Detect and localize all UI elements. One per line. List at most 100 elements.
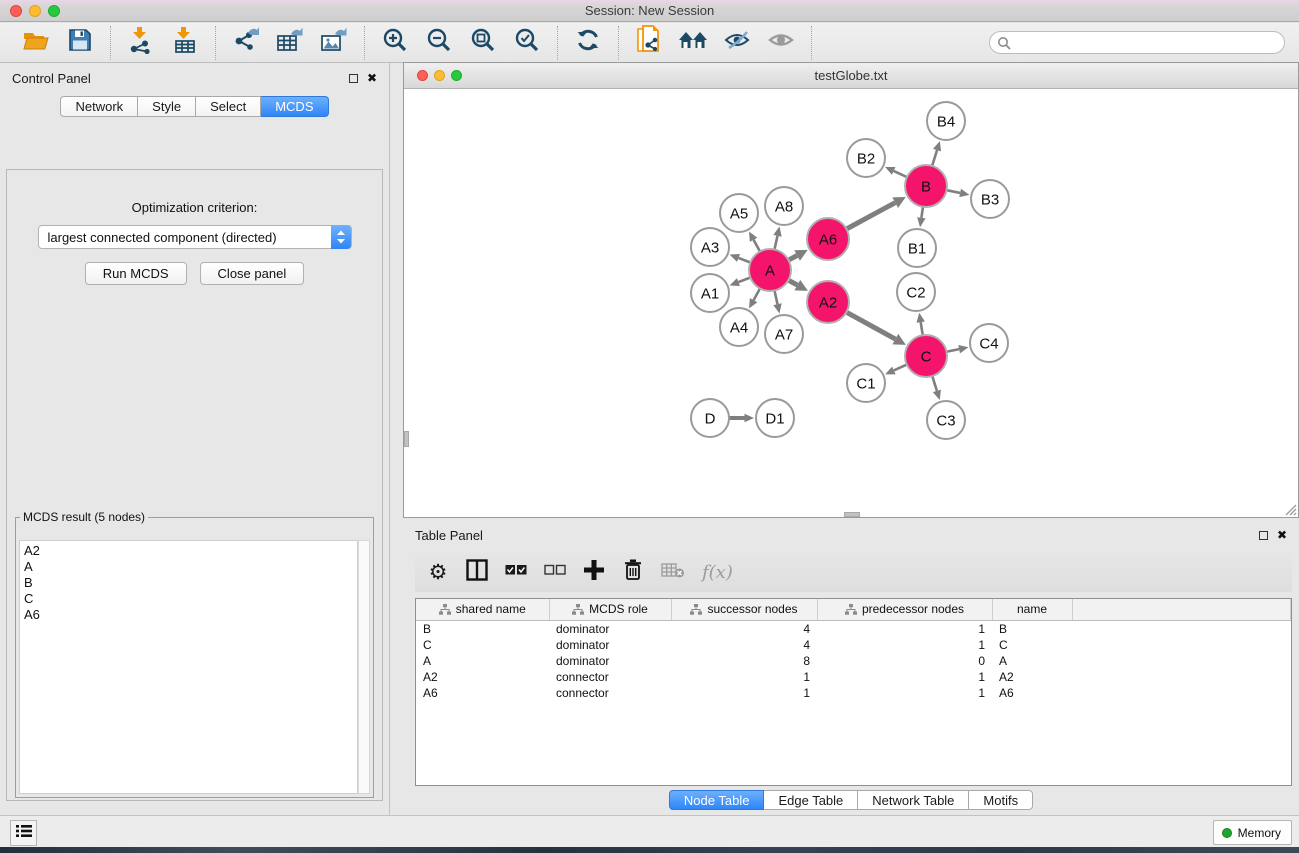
- deselect-all-columns-button[interactable]: [544, 560, 566, 584]
- table-row[interactable]: Cdominator41C: [416, 637, 1291, 653]
- graph-edge-A-A7[interactable]: [774, 291, 777, 305]
- import-table-button[interactable]: [163, 27, 207, 59]
- open-file-button[interactable]: [14, 27, 58, 59]
- graph-edge-A-A4[interactable]: [754, 288, 760, 300]
- graph-edge-A-A8[interactable]: [774, 236, 777, 250]
- graph-edge-B-B2[interactable]: [894, 171, 907, 177]
- tab-network-table[interactable]: Network Table: [858, 790, 969, 810]
- col-predecessor-nodes[interactable]: predecessor nodes: [817, 599, 992, 620]
- table-row[interactable]: Bdominator41B: [416, 620, 1291, 637]
- graph-edge-B-B3[interactable]: [947, 190, 961, 193]
- session-title: Session: New Session: [585, 3, 714, 18]
- graph-edge-A-A6[interactable]: [789, 255, 798, 260]
- column-type-icon: [439, 604, 451, 615]
- mcds-result-item[interactable]: A2: [24, 543, 357, 559]
- result-scrollbar[interactable]: [358, 540, 370, 794]
- net-minimize-button[interactable]: [434, 70, 445, 81]
- mcds-result-item[interactable]: B: [24, 575, 357, 591]
- save-session-button[interactable]: [58, 27, 102, 59]
- table-row[interactable]: A2connector11A2: [416, 669, 1291, 685]
- delete-column-button[interactable]: [622, 560, 644, 584]
- show-graphics-details-button[interactable]: [759, 27, 803, 59]
- mcds-result-item[interactable]: A: [24, 559, 357, 575]
- network-from-file-button[interactable]: [627, 27, 671, 59]
- graph-node-label: A1: [701, 286, 719, 303]
- tab-mcds[interactable]: MCDS: [261, 96, 328, 117]
- memory-button[interactable]: Memory: [1213, 820, 1292, 845]
- export-table-button[interactable]: [268, 27, 312, 59]
- graph-edge-A-A3[interactable]: [738, 258, 750, 263]
- float-table-panel-icon[interactable]: [1259, 531, 1268, 540]
- add-column-button[interactable]: [583, 560, 605, 584]
- run-mcds-button[interactable]: Run MCDS: [85, 262, 187, 285]
- zoom-window-button[interactable]: [48, 5, 60, 17]
- col-mcds-role[interactable]: MCDS role: [549, 599, 671, 620]
- eye-slash-icon: [723, 28, 751, 57]
- tab-select[interactable]: Select: [196, 96, 261, 117]
- graph-edge-B-B1[interactable]: [921, 207, 923, 218]
- mcds-result-fieldset: MCDS result (5 nodes) A2ABCA6: [15, 510, 374, 798]
- col-name[interactable]: name: [992, 599, 1072, 620]
- table-settings-button[interactable]: ⚙: [427, 560, 449, 584]
- graph-edge-A-A1[interactable]: [738, 278, 750, 283]
- col-shared-name[interactable]: shared name: [416, 599, 549, 620]
- refresh-layout-button[interactable]: [566, 27, 610, 59]
- graph-edge-C-C1[interactable]: [894, 365, 907, 371]
- zoom-out-button[interactable]: [417, 27, 461, 59]
- show-column-panel-button[interactable]: [466, 560, 488, 584]
- tab-node-table[interactable]: Node Table: [669, 790, 765, 810]
- control-panel-header: Control Panel ✖: [0, 63, 389, 93]
- tab-edge-table[interactable]: Edge Table: [764, 790, 858, 810]
- close-panel-button[interactable]: Close panel: [200, 262, 305, 285]
- tab-motifs[interactable]: Motifs: [969, 790, 1033, 810]
- close-panel-icon[interactable]: ✖: [367, 72, 377, 84]
- mcds-result-item[interactable]: C: [24, 591, 357, 607]
- net-zoom-button[interactable]: [451, 70, 462, 81]
- close-table-panel-icon[interactable]: ✖: [1277, 529, 1287, 541]
- hide-graphics-details-button[interactable]: [715, 27, 759, 59]
- graph-edge-A-A5[interactable]: [754, 240, 760, 252]
- show-tasks-button[interactable]: [10, 820, 37, 846]
- minimize-window-button[interactable]: [29, 5, 41, 17]
- col-successor-nodes[interactable]: successor nodes: [671, 599, 817, 620]
- delete-table-button[interactable]: [661, 560, 685, 584]
- first-neighbors-button[interactable]: [671, 27, 715, 59]
- table-row[interactable]: Adominator80A: [416, 653, 1291, 669]
- network-view-window: testGlobe.txt B4B2BB3A5A8A6B1A3AC2A1A2A4…: [403, 62, 1299, 518]
- zoom-in-button[interactable]: [373, 27, 417, 59]
- import-network-button[interactable]: [119, 27, 163, 59]
- float-panel-icon[interactable]: [349, 74, 358, 83]
- criterion-dropdown[interactable]: largest connected component (directed): [38, 225, 352, 249]
- net-close-button[interactable]: [417, 70, 428, 81]
- zoom-fit-button[interactable]: [461, 27, 505, 59]
- search-input[interactable]: [989, 31, 1285, 54]
- resize-grip[interactable]: [1283, 502, 1297, 516]
- function-builder-button[interactable]: f(x): [702, 560, 733, 584]
- tab-style[interactable]: Style: [138, 96, 196, 117]
- graph-edge-A6-B[interactable]: [846, 203, 895, 229]
- graph-edge-A-A2[interactable]: [788, 280, 797, 285]
- canvas-horizontal-scrollbar[interactable]: [844, 512, 860, 517]
- export-network-button[interactable]: [224, 27, 268, 59]
- mcds-result-item[interactable]: A6: [24, 607, 357, 623]
- import-table-icon: [172, 26, 198, 59]
- zoom-selected-button[interactable]: [505, 27, 549, 59]
- export-image-button[interactable]: [312, 27, 356, 59]
- graph-edge-A2-C[interactable]: [846, 312, 895, 339]
- network-window-titlebar[interactable]: testGlobe.txt: [404, 63, 1298, 89]
- table-row[interactable]: A6connector11A6: [416, 685, 1291, 701]
- graph-edge-B-B4[interactable]: [932, 150, 937, 166]
- trash-icon: [623, 559, 643, 586]
- graph-edge-C-C4[interactable]: [947, 349, 960, 352]
- graph-edge-arrowhead: [917, 313, 925, 323]
- mcds-result-list[interactable]: A2ABCA6: [19, 540, 358, 794]
- network-canvas[interactable]: B4B2BB3A5A8A6B1A3AC2A1A2A4A7C4CC1C3DD1: [404, 89, 1298, 517]
- tab-network[interactable]: Network: [60, 96, 138, 117]
- graph-edge-C-C3[interactable]: [932, 376, 937, 391]
- canvas-vertical-scrollbar[interactable]: [404, 431, 409, 447]
- column-type-icon: [690, 604, 702, 615]
- select-all-columns-button[interactable]: [505, 560, 527, 584]
- close-window-button[interactable]: [10, 5, 22, 17]
- criterion-value: largest connected component (directed): [48, 230, 277, 245]
- graph-edge-C-C2[interactable]: [921, 322, 923, 335]
